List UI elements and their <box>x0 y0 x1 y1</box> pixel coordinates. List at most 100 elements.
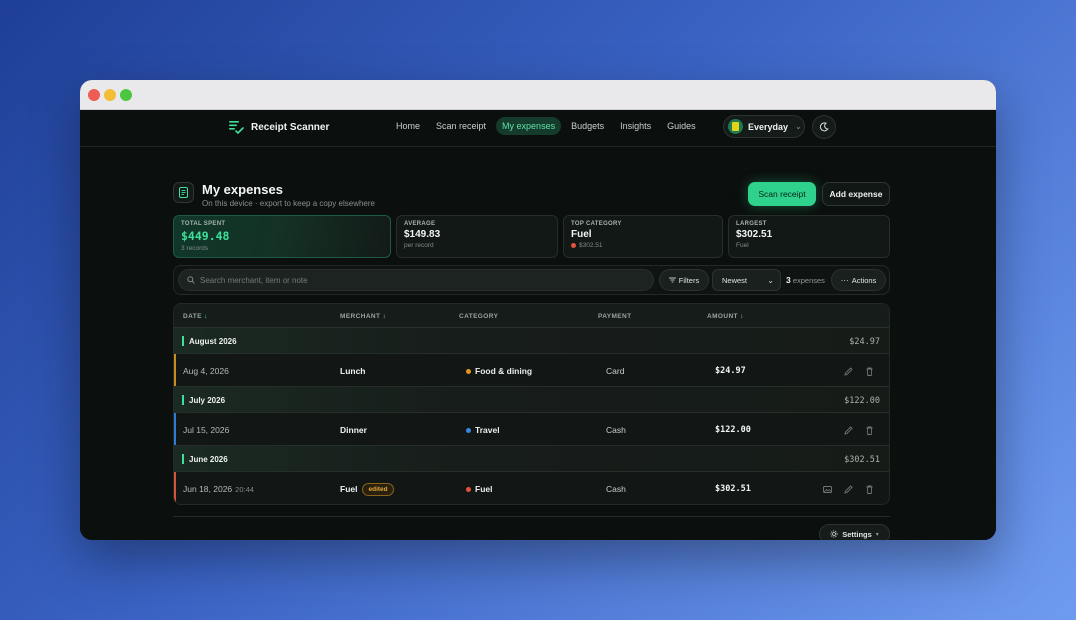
maximize-window-button[interactable] <box>120 89 132 101</box>
sort-toggle-icon: ↕ <box>382 313 387 320</box>
row-accent <box>174 472 176 504</box>
table-row[interactable]: Jul 15, 2026 Dinner Travel Cash $122.00 <box>174 413 889 446</box>
group-marker <box>182 336 184 346</box>
table-row[interactable]: Jun 18, 2026 20:44 Fuel edited Fuel Cash $… <box>174 472 889 504</box>
row-date: Jun 18, 2026 20:44 <box>183 484 254 494</box>
add-expense-button[interactable]: Add expense <box>822 182 890 206</box>
footer-divider <box>173 516 890 517</box>
column-header-merchant[interactable]: MERCHANT ↕ <box>340 313 386 320</box>
category-dot-icon <box>466 427 471 433</box>
minimize-window-button[interactable] <box>104 89 116 101</box>
nav-link-home[interactable]: Home <box>390 117 426 135</box>
stat-sub-row: $302.51 <box>571 242 715 249</box>
edited-badge: edited <box>362 482 394 496</box>
group-label: June 2026 <box>189 455 228 464</box>
stat-label: LARGEST <box>736 221 767 227</box>
row-accent <box>174 354 176 386</box>
trash-icon[interactable] <box>864 423 875 435</box>
stats-row: TOTAL SPENT $449.48 3 records AVERAGE $1… <box>173 215 890 258</box>
stat-sub: Fuel <box>736 242 749 249</box>
column-header-label: DATE <box>183 313 202 320</box>
row-merchant-text: Lunch <box>340 366 366 376</box>
workspace-switcher[interactable]: Everyday ⌄ <box>723 115 805 138</box>
expenses-toolbar: Filters Newest ⌄ 3 expenses ··· Actions <box>173 265 890 295</box>
settings-button[interactable]: Settings ▾ <box>819 524 890 540</box>
month-group-header[interactable]: August 2026 $24.97 <box>174 328 889 354</box>
category-dot-icon <box>466 368 471 374</box>
stat-value: $449.48 <box>181 229 230 243</box>
row-actions <box>843 423 875 435</box>
row-payment: Cash <box>606 425 626 435</box>
edit-icon[interactable] <box>843 423 854 435</box>
stat-value: $302.51 <box>736 229 773 240</box>
row-date: Jul 15, 2026 <box>183 425 229 435</box>
expense-count: 3 expenses <box>786 275 825 285</box>
table-header: DATE ↓ MERCHANT ↕ CATEGORY PAYMENT AMOUN… <box>174 304 889 328</box>
nav-link-my-expenses[interactable]: My expenses <box>496 117 562 135</box>
group-label: August 2026 <box>189 337 237 346</box>
edit-icon[interactable] <box>843 364 854 376</box>
receipt-icon <box>173 182 194 203</box>
brand[interactable]: Receipt Scanner <box>228 119 329 135</box>
actions-button[interactable]: ··· Actions <box>831 269 886 291</box>
row-merchant-text: Fuel <box>340 484 358 494</box>
nav-link-scan-receipt[interactable]: Scan receipt <box>430 117 492 135</box>
sort-select[interactable]: Newest ⌄ <box>712 269 781 291</box>
row-payment: Cash <box>606 484 626 494</box>
trash-icon[interactable] <box>864 364 875 376</box>
page-title: My expenses <box>202 182 283 197</box>
group-total: $302.51 <box>844 455 880 465</box>
filters-button[interactable]: Filters <box>659 269 709 291</box>
month-group-header[interactable]: June 2026 $302.51 <box>174 446 889 472</box>
image-icon[interactable] <box>822 482 833 493</box>
app-root: Receipt Scanner Home Scan receipt My exp… <box>80 110 996 540</box>
column-header-date[interactable]: DATE ↓ <box>183 313 208 320</box>
row-actions <box>822 482 875 494</box>
row-category: Fuel <box>466 484 492 494</box>
actions-label: Actions <box>851 275 877 285</box>
chevron-down-icon: ⌄ <box>795 122 802 131</box>
row-date: Aug 4, 2026 <box>183 366 229 376</box>
settings-label: Settings <box>842 529 872 539</box>
month-group-header[interactable]: July 2026 $122.00 <box>174 387 889 413</box>
stat-label: TOP CATEGORY <box>571 221 622 227</box>
stat-value: $149.83 <box>404 229 441 240</box>
search-box[interactable] <box>178 269 654 291</box>
nav-link-budgets[interactable]: Budgets <box>565 117 610 135</box>
search-icon <box>187 276 195 284</box>
trash-icon[interactable] <box>864 482 875 494</box>
column-header-payment[interactable]: PAYMENT <box>598 313 632 320</box>
brand-name: Receipt Scanner <box>251 121 330 133</box>
stat-sub: per record <box>404 242 434 249</box>
row-date-text: Jul 15, 2026 <box>183 425 230 435</box>
workspace-avatar <box>728 119 743 134</box>
row-merchant: Dinner <box>340 422 367 438</box>
row-category: Travel <box>466 425 500 435</box>
page-subtitle: On this device · export to keep a copy e… <box>202 199 375 208</box>
scan-receipt-button[interactable]: Scan receipt <box>748 182 816 206</box>
table-row[interactable]: Aug 4, 2026 Lunch Food & dining Card $24… <box>174 354 889 387</box>
theme-toggle-button[interactable] <box>812 115 836 139</box>
column-header-amount[interactable]: AMOUNT ↕ <box>707 313 744 320</box>
column-header-label: MERCHANT <box>340 313 381 320</box>
stat-average: AVERAGE $149.83 per record <box>396 215 558 258</box>
close-window-button[interactable] <box>88 89 100 101</box>
filters-label: Filters <box>678 275 700 285</box>
row-category-text: Food & dining <box>475 366 533 376</box>
stat-total-spent: TOTAL SPENT $449.48 3 records <box>173 215 391 258</box>
edit-icon[interactable] <box>843 482 854 494</box>
column-header-category[interactable]: CATEGORY <box>459 313 498 320</box>
filter-icon <box>668 277 676 283</box>
nav-link-guides[interactable]: Guides <box>661 117 702 135</box>
stat-label: TOTAL SPENT <box>181 221 226 227</box>
search-input[interactable] <box>200 275 640 285</box>
nav-link-insights[interactable]: Insights <box>614 117 657 135</box>
sort-value: Newest <box>722 275 748 285</box>
stat-top-category: TOP CATEGORY Fuel $302.51 <box>563 215 723 258</box>
chevron-down-icon: ▾ <box>875 531 879 538</box>
more-icon: ··· <box>840 275 849 285</box>
row-amount: $122.00 <box>715 425 751 435</box>
row-time: 20:44 <box>235 485 254 494</box>
group-marker <box>182 395 184 405</box>
stat-sub: 3 records <box>181 245 209 252</box>
